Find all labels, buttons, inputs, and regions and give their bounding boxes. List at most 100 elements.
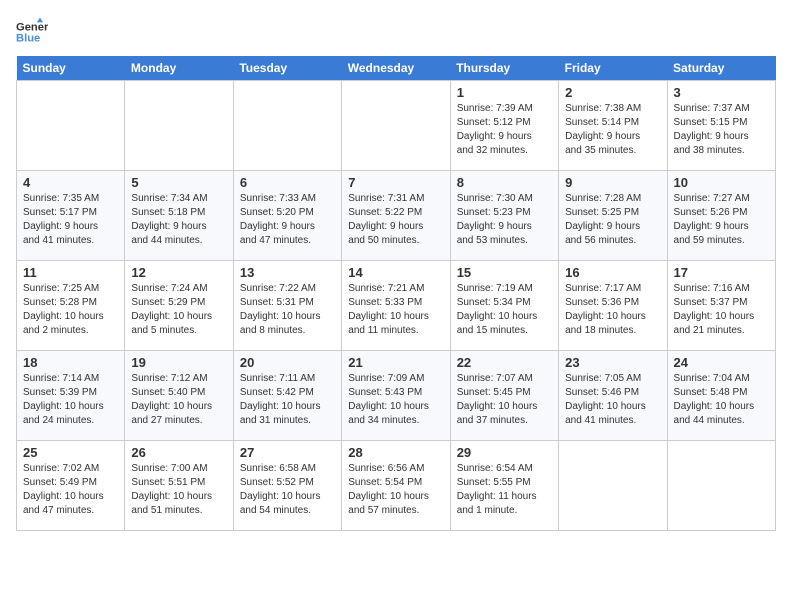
day-cell: 9 Sunrise: 7:28 AM Sunset: 5:25 PM Daylig…: [559, 171, 667, 261]
day-info: Sunrise: 7:39 AM Sunset: 5:12 PM Dayligh…: [457, 102, 552, 158]
date-number: 16: [565, 265, 660, 280]
day-cell: 17 Sunrise: 7:16 AM Sunset: 5:37 PM Dayli…: [667, 261, 775, 351]
date-number: 27: [240, 445, 335, 460]
header-row: SundayMondayTuesdayWednesdayThursdayFrid…: [17, 56, 776, 81]
day-info: Sunrise: 6:54 AM Sunset: 5:55 PM Dayligh…: [457, 462, 552, 518]
day-cell: 20 Sunrise: 7:11 AM Sunset: 5:42 PM Dayli…: [233, 351, 341, 441]
col-header-friday: Friday: [559, 56, 667, 81]
day-info: Sunrise: 7:09 AM Sunset: 5:43 PM Dayligh…: [348, 372, 443, 428]
day-cell: [559, 441, 667, 531]
day-info: Sunrise: 7:24 AM Sunset: 5:29 PM Dayligh…: [131, 282, 226, 338]
day-cell: 2 Sunrise: 7:38 AM Sunset: 5:14 PM Daylig…: [559, 81, 667, 171]
day-cell: 4 Sunrise: 7:35 AM Sunset: 5:17 PM Daylig…: [17, 171, 125, 261]
day-info: Sunrise: 7:02 AM Sunset: 5:49 PM Dayligh…: [23, 462, 118, 518]
day-info: Sunrise: 7:14 AM Sunset: 5:39 PM Dayligh…: [23, 372, 118, 428]
day-info: Sunrise: 7:27 AM Sunset: 5:26 PM Dayligh…: [674, 192, 769, 248]
day-info: Sunrise: 7:34 AM Sunset: 5:18 PM Dayligh…: [131, 192, 226, 248]
day-cell: 14 Sunrise: 7:21 AM Sunset: 5:33 PM Dayli…: [342, 261, 450, 351]
date-number: 3: [674, 85, 769, 100]
day-info: Sunrise: 7:19 AM Sunset: 5:34 PM Dayligh…: [457, 282, 552, 338]
date-number: 19: [131, 355, 226, 370]
day-info: Sunrise: 6:56 AM Sunset: 5:54 PM Dayligh…: [348, 462, 443, 518]
col-header-tuesday: Tuesday: [233, 56, 341, 81]
day-cell: [17, 81, 125, 171]
day-info: Sunrise: 7:00 AM Sunset: 5:51 PM Dayligh…: [131, 462, 226, 518]
calendar-table: SundayMondayTuesdayWednesdayThursdayFrid…: [16, 56, 776, 531]
day-cell: 19Sunrise: 7:12 AM Sunset: 5:40 PM Dayli…: [125, 351, 233, 441]
col-header-saturday: Saturday: [667, 56, 775, 81]
day-cell: 16 Sunrise: 7:17 AM Sunset: 5:36 PM Dayli…: [559, 261, 667, 351]
day-info: Sunrise: 7:37 AM Sunset: 5:15 PM Dayligh…: [674, 102, 769, 158]
date-number: 14: [348, 265, 443, 280]
day-cell: 15 Sunrise: 7:19 AM Sunset: 5:34 PM Dayli…: [450, 261, 558, 351]
day-cell: [233, 81, 341, 171]
date-number: 11: [23, 265, 118, 280]
day-info: Sunrise: 7:30 AM Sunset: 5:23 PM Dayligh…: [457, 192, 552, 248]
date-number: 22: [457, 355, 552, 370]
svg-text:General: General: [16, 21, 48, 33]
date-number: 8: [457, 175, 552, 190]
day-info: Sunrise: 7:35 AM Sunset: 5:17 PM Dayligh…: [23, 192, 118, 248]
day-cell: 28Sunrise: 6:56 AM Sunset: 5:54 PM Dayli…: [342, 441, 450, 531]
date-number: 4: [23, 175, 118, 190]
day-cell: 23 Sunrise: 7:05 AM Sunset: 5:46 PM Dayli…: [559, 351, 667, 441]
day-cell: 12 Sunrise: 7:24 AM Sunset: 5:29 PM Dayli…: [125, 261, 233, 351]
date-number: 29: [457, 445, 552, 460]
date-number: 24: [674, 355, 769, 370]
week-row-0: 1Sunrise: 7:39 AM Sunset: 5:12 PM Daylig…: [17, 81, 776, 171]
day-cell: [342, 81, 450, 171]
date-number: 9: [565, 175, 660, 190]
date-number: 2: [565, 85, 660, 100]
day-info: Sunrise: 7:38 AM Sunset: 5:14 PM Dayligh…: [565, 102, 660, 158]
day-cell: 27 Sunrise: 6:58 AM Sunset: 5:52 PM Dayli…: [233, 441, 341, 531]
svg-text:Blue: Blue: [16, 33, 40, 45]
day-cell: 21Sunrise: 7:09 AM Sunset: 5:43 PM Dayli…: [342, 351, 450, 441]
day-info: Sunrise: 7:33 AM Sunset: 5:20 PM Dayligh…: [240, 192, 335, 248]
date-number: 26: [131, 445, 226, 460]
day-info: Sunrise: 7:17 AM Sunset: 5:36 PM Dayligh…: [565, 282, 660, 338]
day-cell: [667, 441, 775, 531]
date-number: 15: [457, 265, 552, 280]
day-cell: [125, 81, 233, 171]
date-number: 18: [23, 355, 118, 370]
week-row-1: 4 Sunrise: 7:35 AM Sunset: 5:17 PM Daylig…: [17, 171, 776, 261]
day-cell: 8 Sunrise: 7:30 AM Sunset: 5:23 PM Daylig…: [450, 171, 558, 261]
day-info: Sunrise: 7:05 AM Sunset: 5:46 PM Dayligh…: [565, 372, 660, 428]
day-cell: 13Sunrise: 7:22 AM Sunset: 5:31 PM Dayli…: [233, 261, 341, 351]
day-info: Sunrise: 6:58 AM Sunset: 5:52 PM Dayligh…: [240, 462, 335, 518]
col-header-sunday: Sunday: [17, 56, 125, 81]
page-header: General Blue: [16, 16, 776, 48]
day-cell: 26 Sunrise: 7:00 AM Sunset: 5:51 PM Dayli…: [125, 441, 233, 531]
day-info: Sunrise: 7:04 AM Sunset: 5:48 PM Dayligh…: [674, 372, 769, 428]
col-header-monday: Monday: [125, 56, 233, 81]
day-info: Sunrise: 7:22 AM Sunset: 5:31 PM Dayligh…: [240, 282, 335, 338]
date-number: 23: [565, 355, 660, 370]
day-info: Sunrise: 7:16 AM Sunset: 5:37 PM Dayligh…: [674, 282, 769, 338]
logo: General Blue: [16, 16, 54, 48]
day-cell: 29 Sunrise: 6:54 AM Sunset: 5:55 PM Dayli…: [450, 441, 558, 531]
logo-icon: General Blue: [16, 16, 48, 48]
date-number: 10: [674, 175, 769, 190]
day-cell: 7 Sunrise: 7:31 AM Sunset: 5:22 PM Daylig…: [342, 171, 450, 261]
day-cell: 5 Sunrise: 7:34 AM Sunset: 5:18 PM Daylig…: [125, 171, 233, 261]
date-number: 5: [131, 175, 226, 190]
day-info: Sunrise: 7:07 AM Sunset: 5:45 PM Dayligh…: [457, 372, 552, 428]
day-info: Sunrise: 7:21 AM Sunset: 5:33 PM Dayligh…: [348, 282, 443, 338]
day-cell: 6Sunrise: 7:33 AM Sunset: 5:20 PM Daylig…: [233, 171, 341, 261]
week-row-4: 25Sunrise: 7:02 AM Sunset: 5:49 PM Dayli…: [17, 441, 776, 531]
day-info: Sunrise: 7:25 AM Sunset: 5:28 PM Dayligh…: [23, 282, 118, 338]
day-cell: 11 Sunrise: 7:25 AM Sunset: 5:28 PM Dayli…: [17, 261, 125, 351]
day-info: Sunrise: 7:28 AM Sunset: 5:25 PM Dayligh…: [565, 192, 660, 248]
day-cell: 1Sunrise: 7:39 AM Sunset: 5:12 PM Daylig…: [450, 81, 558, 171]
week-row-2: 11 Sunrise: 7:25 AM Sunset: 5:28 PM Dayli…: [17, 261, 776, 351]
date-number: 12: [131, 265, 226, 280]
day-cell: 18 Sunrise: 7:14 AM Sunset: 5:39 PM Dayli…: [17, 351, 125, 441]
day-info: Sunrise: 7:31 AM Sunset: 5:22 PM Dayligh…: [348, 192, 443, 248]
date-number: 17: [674, 265, 769, 280]
col-header-wednesday: Wednesday: [342, 56, 450, 81]
date-number: 7: [348, 175, 443, 190]
day-cell: 24 Sunrise: 7:04 AM Sunset: 5:48 PM Dayli…: [667, 351, 775, 441]
day-info: Sunrise: 7:11 AM Sunset: 5:42 PM Dayligh…: [240, 372, 335, 428]
day-cell: 25Sunrise: 7:02 AM Sunset: 5:49 PM Dayli…: [17, 441, 125, 531]
date-number: 20: [240, 355, 335, 370]
